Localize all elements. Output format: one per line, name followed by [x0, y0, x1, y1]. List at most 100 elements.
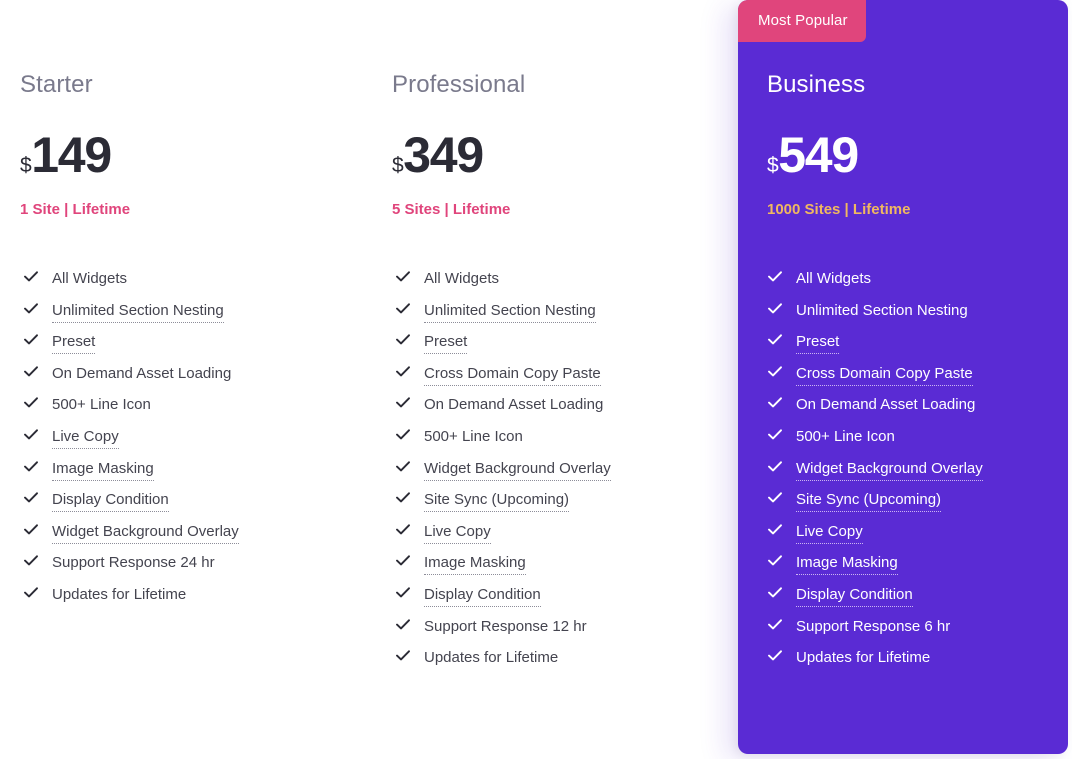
feature-label: Site Sync (Upcoming): [424, 491, 570, 513]
feature-row[interactable]: Widget Background Overlay: [768, 460, 983, 492]
check-icon: [768, 650, 782, 666]
check-icon: [768, 302, 782, 319]
check-icon: [24, 334, 38, 350]
feature-row: All Widgets: [396, 270, 611, 302]
feature-label: Image Masking: [52, 460, 154, 481]
feature-label: Site Sync (Upcoming): [796, 491, 942, 513]
check-icon: [24, 492, 38, 508]
check-icon: [768, 555, 782, 571]
currency-symbol: $: [392, 154, 404, 177]
check-icon: [396, 429, 410, 445]
check-icon: [396, 366, 410, 382]
check-icon: [768, 334, 782, 350]
feature-row[interactable]: Widget Background Overlay: [396, 460, 611, 492]
plan-price: $ 549: [767, 127, 859, 183]
feature-row: All Widgets: [24, 270, 239, 302]
feature-row: 500+ Line Icon: [768, 428, 983, 460]
check-icon: [396, 587, 410, 603]
feature-row[interactable]: Live Copy: [768, 523, 983, 555]
feature-row[interactable]: Image Masking: [396, 554, 611, 586]
check-icon: [768, 460, 782, 477]
feature-label: Live Copy: [52, 428, 119, 449]
feature-row[interactable]: Display Condition: [396, 586, 611, 618]
pricing-table: Starter $ 149 1 Site | Lifetime All Widg…: [0, 0, 1072, 759]
feature-row: Unlimited Section Nesting: [768, 302, 983, 334]
feature-label: Image Masking: [424, 554, 526, 576]
feature-label: Display Condition: [796, 586, 913, 607]
plan-price: $ 149: [20, 127, 112, 183]
feature-row[interactable]: Cross Domain Copy Paste: [396, 365, 611, 397]
feature-label: Support Response 12 hr: [424, 617, 587, 635]
feature-row[interactable]: Live Copy: [396, 523, 611, 555]
feature-label: On Demand Asset Loading: [796, 396, 976, 414]
feature-row[interactable]: Image Masking: [768, 554, 983, 586]
feature-row[interactable]: Widget Background Overlay: [24, 523, 239, 555]
feature-label: On Demand Asset Loading: [424, 396, 604, 414]
feature-label: Cross Domain Copy Paste: [796, 365, 973, 386]
feature-label: 500+ Line Icon: [424, 427, 523, 445]
feature-label: All Widgets: [52, 270, 128, 287]
check-icon: [768, 492, 782, 508]
feature-row: Support Response 24 hr: [24, 554, 239, 586]
feature-label: Preset: [796, 333, 840, 355]
feature-list: All Widgets Unlimited Section Nesting Pres…: [396, 270, 611, 681]
feature-label: Unlimited Section Nesting: [52, 302, 224, 323]
feature-row: Support Response 12 hr: [396, 618, 611, 650]
feature-row[interactable]: Image Masking: [24, 460, 239, 492]
feature-row[interactable]: Live Copy: [24, 428, 239, 460]
feature-label: Preset: [52, 333, 96, 355]
price-amount: 549: [778, 127, 859, 183]
feature-label: Preset: [424, 333, 468, 355]
feature-row[interactable]: Unlimited Section Nesting: [24, 302, 239, 334]
feature-label: Widget Background Overlay: [52, 523, 239, 544]
feature-row[interactable]: Display Condition: [768, 586, 983, 618]
check-icon: [24, 429, 38, 445]
feature-row[interactable]: Preset: [24, 333, 239, 365]
feature-row: All Widgets: [768, 270, 983, 302]
currency-symbol: $: [767, 154, 779, 177]
feature-row: On Demand Asset Loading: [24, 365, 239, 397]
feature-label: Cross Domain Copy Paste: [424, 365, 601, 386]
check-icon: [768, 366, 782, 382]
most-popular-badge: Most Popular: [738, 0, 866, 42]
check-icon: [768, 618, 782, 635]
feature-row[interactable]: Unlimited Section Nesting: [396, 302, 611, 334]
feature-row[interactable]: Cross Domain Copy Paste: [768, 365, 983, 397]
feature-label: 500+ Line Icon: [52, 396, 151, 414]
feature-row[interactable]: Site Sync (Upcoming): [768, 491, 983, 523]
feature-label: 500+ Line Icon: [796, 427, 895, 445]
check-icon: [24, 397, 38, 413]
feature-label: Support Response 6 hr: [796, 617, 951, 635]
feature-label: Unlimited Section Nesting: [424, 302, 596, 323]
plan-title: Professional: [392, 71, 526, 98]
check-icon: [24, 587, 38, 603]
plan-subtitle: 1000 Sites | Lifetime: [767, 201, 911, 218]
feature-row: Support Response 6 hr: [768, 618, 983, 650]
feature-row[interactable]: Preset: [768, 333, 983, 365]
check-icon: [396, 492, 410, 508]
feature-label: Live Copy: [424, 523, 491, 544]
check-icon: [768, 429, 782, 445]
feature-label: On Demand Asset Loading: [52, 364, 232, 382]
feature-row: Updates for Lifetime: [768, 649, 983, 681]
feature-label: Updates for Lifetime: [52, 585, 187, 603]
plan-subtitle: 1 Site | Lifetime: [20, 201, 131, 218]
feature-row: Updates for Lifetime: [24, 586, 239, 618]
feature-label: Widget Background Overlay: [424, 460, 611, 481]
check-icon: [24, 460, 38, 477]
plan-price: $ 349: [392, 130, 484, 180]
plan-title: Business: [767, 71, 866, 98]
feature-row[interactable]: Preset: [396, 333, 611, 365]
check-icon: [396, 334, 410, 350]
feature-row[interactable]: Site Sync (Upcoming): [396, 491, 611, 523]
feature-row[interactable]: Display Condition: [24, 491, 239, 523]
feature-row: 500+ Line Icon: [396, 428, 611, 460]
feature-label: Live Copy: [796, 523, 863, 544]
price-amount: 149: [31, 127, 112, 183]
feature-list: All Widgets Unlimited Section Nesting Pres…: [24, 270, 239, 618]
check-icon: [396, 618, 410, 635]
check-icon: [396, 460, 410, 477]
check-icon: [24, 366, 38, 382]
pricing-plan-business[interactable]: Most Popular Business $ 549 1000 Sites |…: [738, 0, 1068, 754]
check-icon: [24, 271, 38, 287]
